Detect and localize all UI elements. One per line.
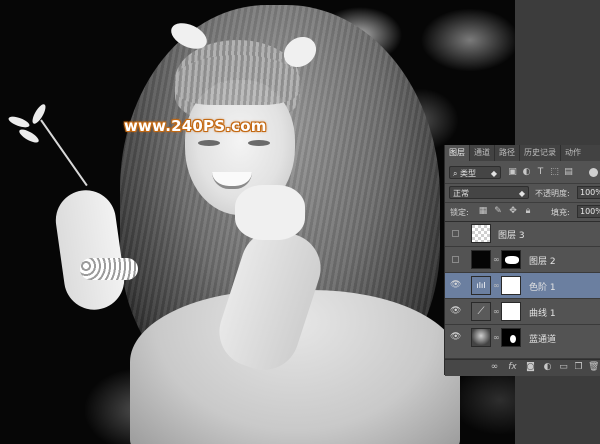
fill-input[interactable]: 100% [577,205,600,218]
filter-toggle[interactable] [589,168,598,177]
chevron-down-icon: ◆ [518,189,525,198]
layer-filter-row: ⌕ 类型 ◆ ▣ ◐ T ⬚ ▤ [445,163,600,184]
layer-name: 曲线 1 [529,309,556,319]
tab-channels[interactable]: 通道 [470,145,494,161]
opacity-input[interactable]: 100% [577,186,600,199]
group-folder-icon[interactable]: ▭ [558,362,569,373]
mask-shape [510,335,516,343]
layer-row[interactable]: 👁︎ ılıl ∞ 色阶 1 [445,273,600,299]
filter-kind-label: 类型 [460,169,477,178]
layers-panel: 图层 通道 路径 历史记录 动作 ⌕ 类型 ◆ ▣ ◐ T ⬚ ▤ 正常 ◆ 不透明… [444,145,600,376]
bangs [175,55,300,105]
opacity-label: 不透明度: [535,189,570,198]
lock-label: 锁定: [450,208,469,217]
layer-row[interactable]: ∞ 图层 2 [445,247,600,273]
layer-name: 图层 3 [498,231,525,241]
search-icon: ⌕ [453,169,461,178]
right-eye [248,140,270,146]
mask-link-icon[interactable]: ∞ [493,307,500,317]
filter-kind-select[interactable]: ⌕ 类型 ◆ [449,166,501,179]
blend-mode-select[interactable]: 正常 ◆ [449,186,529,199]
image-filter-icon[interactable]: ▣ [507,167,518,178]
layer-mask-thumbnail[interactable] [501,328,521,347]
visibility-off-box[interactable] [452,230,459,237]
eye-icon[interactable]: 👁︎ [450,280,461,291]
wheat-stem [40,119,88,187]
new-layer-icon[interactable]: ❐ [573,362,584,373]
wheat-ear [7,114,31,130]
lock-position-icon[interactable]: ✥ [508,206,518,216]
lock-all-icon[interactable]: 🔒︎ [523,206,533,216]
eye-icon[interactable]: 👁︎ [450,332,461,343]
link-icon[interactable]: ∞ [489,362,500,373]
bracelet [80,258,138,280]
layer-thumbnail [471,224,491,243]
layer-row[interactable]: 👁︎ ∞ 蓝通道 [445,325,600,359]
left-eye [198,140,220,146]
layer-name: 色阶 1 [529,283,556,293]
mask-shape [505,256,519,264]
layer-name: 图层 2 [529,257,556,267]
layer-thumbnail [471,250,491,269]
blend-row: 正常 ◆ 不透明度: 100% [445,183,600,203]
levels-adjustment-icon: ılıl [471,276,491,295]
layer-thumbnail [471,328,491,347]
mask-link-icon[interactable]: ∞ [493,333,500,343]
layer-row[interactable]: 图层 3 [445,221,600,247]
chevron-down-icon: ◆ [490,169,497,178]
wheat-ear [17,127,41,145]
eye-icon[interactable]: 👁︎ [450,306,461,317]
tab-paths[interactable]: 路径 [495,145,519,161]
layers-bottom-bar: ∞ fx ◙ ◐ ▭ ❐ 🗑︎ [445,359,600,376]
visibility-off-box[interactable] [452,256,459,263]
tab-layers[interactable]: 图层 [445,145,469,161]
shape-filter-icon[interactable]: ⬚ [549,167,560,178]
mask-link-icon[interactable]: ∞ [493,281,500,291]
tab-actions[interactable]: 动作 [561,145,585,161]
left-arm [51,186,129,314]
layer-mask-thumbnail[interactable] [501,250,521,269]
adjustment-filter-icon[interactable]: ◐ [521,167,532,178]
layer-name: 蓝通道 [529,335,557,345]
trash-icon[interactable]: 🗑︎ [588,362,599,373]
lock-transparent-icon[interactable]: ▦ [478,206,488,216]
lock-row: 锁定: ▦ ✎ ✥ 🔒︎ 填充: 100% [445,202,600,222]
smart-object-filter-icon[interactable]: ▤ [563,167,574,178]
tab-history[interactable]: 历史记录 [520,145,560,161]
mask-link-icon[interactable]: ∞ [493,255,500,265]
chin-hand [235,185,305,240]
wheat-ear [30,102,48,126]
watermark-text: www.240PS.com [124,117,267,135]
layer-row[interactable]: 👁︎ ⟋ ∞ 曲线 1 [445,299,600,325]
curves-adjustment-icon: ⟋ [471,302,491,321]
adjustment-layer-icon[interactable]: ◐ [542,362,553,373]
fx-icon[interactable]: fx [507,362,518,373]
layer-mask-thumbnail[interactable] [501,276,521,295]
add-mask-icon[interactable]: ◙ [525,362,536,373]
type-filter-icon[interactable]: T [535,167,546,178]
panel-tabs: 图层 通道 路径 历史记录 动作 [445,145,600,161]
layer-mask-thumbnail[interactable] [501,302,521,321]
fill-label: 填充: [551,208,570,217]
lock-pixels-icon[interactable]: ✎ [493,206,503,216]
blend-mode-value: 正常 [453,189,469,198]
